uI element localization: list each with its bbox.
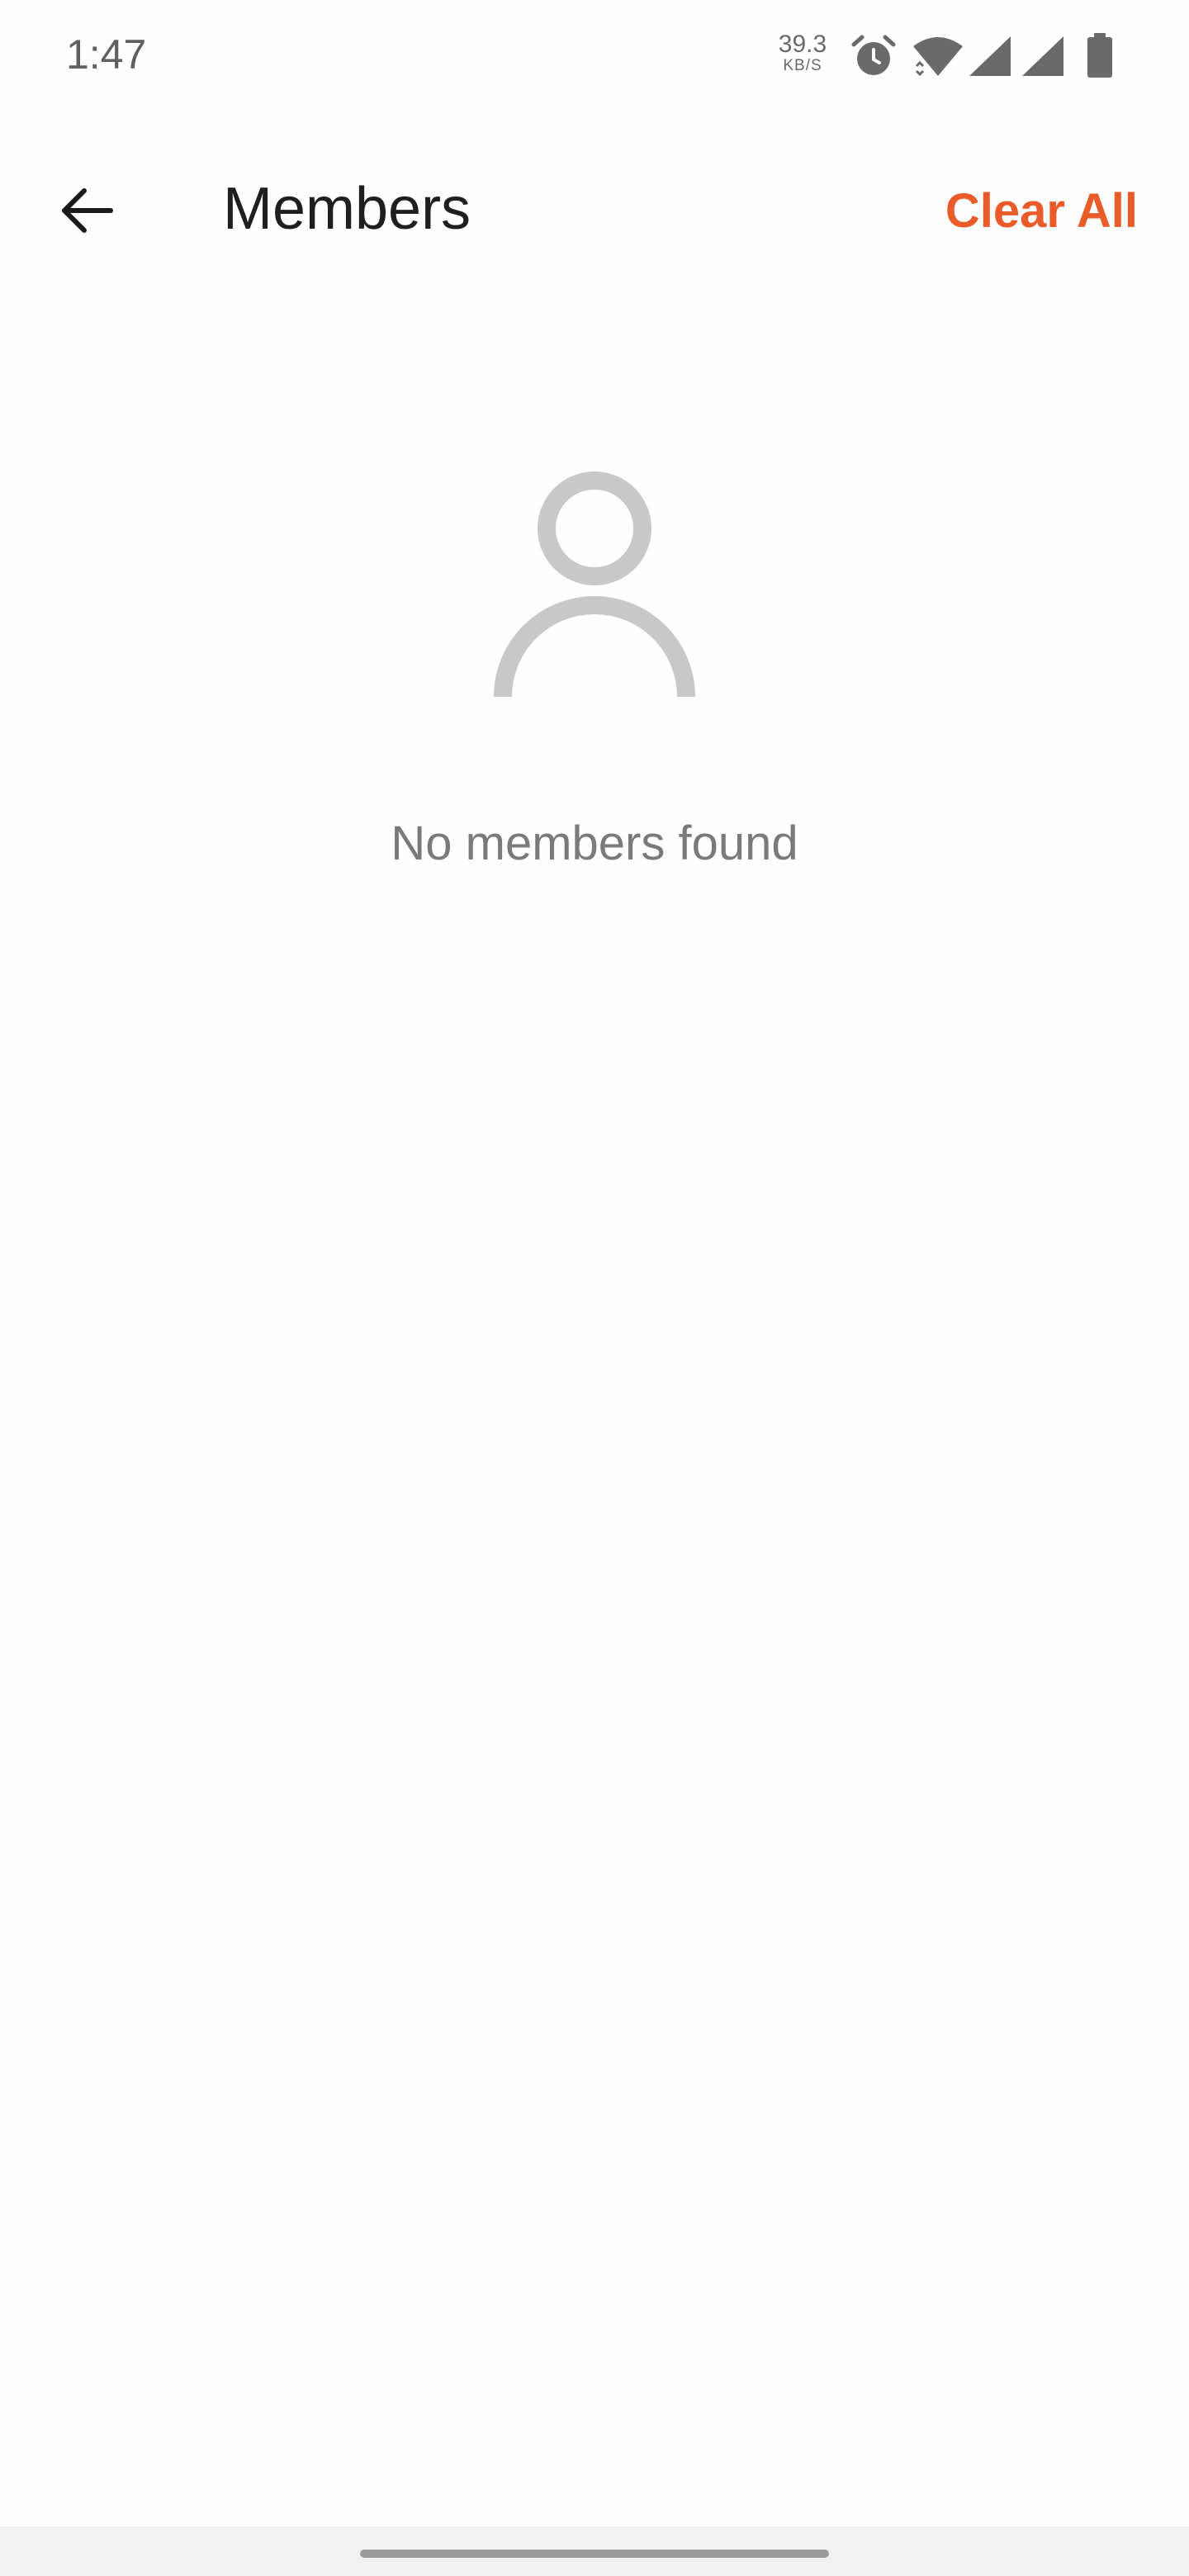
clear-all-button[interactable]: Clear All: [945, 170, 1138, 253]
empty-state: No members found: [0, 471, 1189, 877]
alarm-icon: [851, 35, 896, 75]
arrow-left-icon: [62, 188, 113, 233]
page-title: Members: [223, 176, 471, 242]
status-bar: 1:47 39.3 KB/S: [0, 0, 1189, 112]
network-speed-unit: KB/S: [783, 57, 822, 74]
home-indicator[interactable]: [360, 2550, 829, 2558]
empty-message: No members found: [391, 817, 798, 870]
signal-icon: [1022, 36, 1063, 76]
wifi-icon: [913, 37, 963, 77]
app-bar: Members Clear All: [0, 116, 1189, 289]
signal-icon: [969, 36, 1011, 76]
battery-icon: [1087, 33, 1112, 78]
network-speed: 39.3 KB/S: [771, 31, 834, 74]
back-button[interactable]: [41, 165, 132, 256]
gesture-bar: [0, 2526, 1189, 2576]
network-speed-value: 39.3: [778, 31, 827, 58]
status-time: 1:47: [66, 31, 147, 78]
person-icon: [494, 471, 695, 697]
